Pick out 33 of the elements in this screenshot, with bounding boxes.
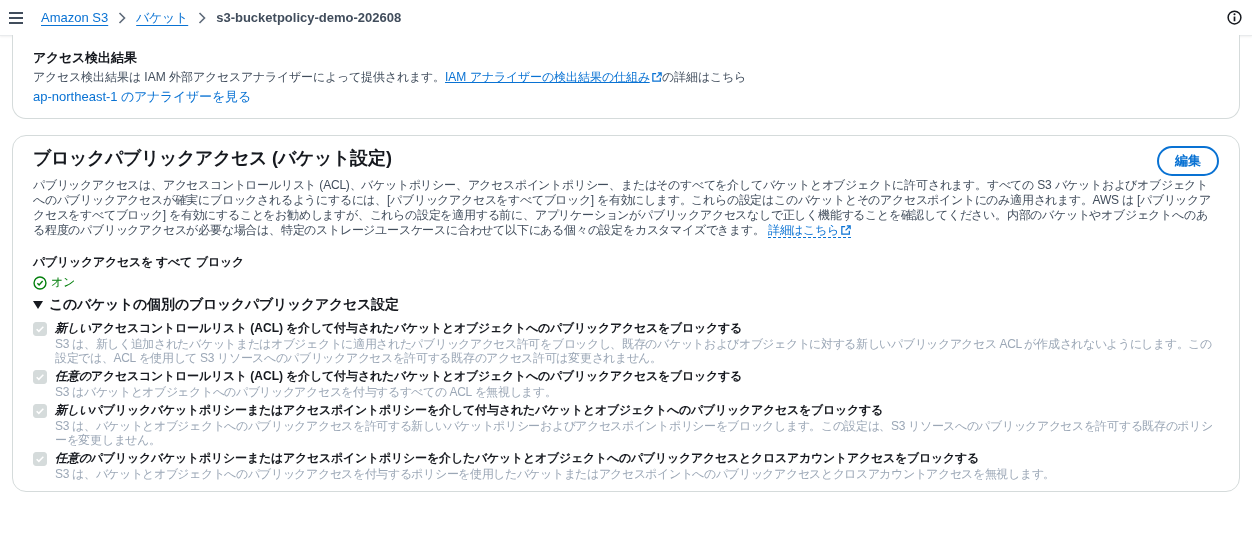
learn-more-link[interactable]: 詳細はこちら	[767, 223, 851, 238]
setting-title: 新しいアクセスコントロールリスト (ACL) を介して付与されたバケットとオブジェクトへのパブリックアクセスをブロックする	[55, 320, 744, 337]
panel-description: パブリックアクセスは、アクセスコントロールリスト (ACL)、バケットポリシー、アクセスポイントポリシー、またはそのすべてを介してバケットとオブジェクトに許可されます。すべての S3 バケットおよびオブジェクトへのパブリックアクセスが確実にブロックされるようにするには、[パブリックアクセスをすべてブロック] を有効にします。これらの設定はこのバケットとそのアクセスポイントにのみ適用されます。AWS は [パブリックアクセスをすべてブロック] を有効にすることをお勧めしますが、これらの設定を適用する前に、アプリケーションがパブリックアクセスなしで正しく機能することを確認してください。内部のバケットやオブジェクトへのある程度のパブリックアクセスが必要な場合は、特定のストレージユースケースに合わせて以下にある個々の設定をカスタマイズできます。 詳細はこちら	[33, 178, 1212, 238]
checkmark-icon	[35, 324, 45, 334]
breadcrumb-link[interactable]: Amazon S3	[41, 10, 109, 25]
section-title: アクセス検出結果	[33, 49, 138, 67]
setting-description: S3 は、バケットとオブジェクトへのパブリックアクセスを付与するポリシーを使用したバケットまたはアクセスポイントへのパブリックアクセスとクロスアカウントアクセスを無視します。	[55, 467, 1055, 481]
setting-description: S3 はバケットとオブジェクトへのパブリックアクセスを付与するすべての ACL を無視します。	[55, 385, 558, 399]
checkmark-icon	[35, 406, 45, 416]
setting-title: 任意のパブリックバケットポリシーまたはアクセスポイントポリシーを介したバケットとオブジェクトへのパブリックアクセスとクロスアカウントアクセスをブロックする	[55, 450, 980, 467]
view-analyzer-link[interactable]: ap-northeast-1 のアナライザーを見る	[33, 88, 252, 106]
edit-button[interactable]: 編集	[1157, 146, 1219, 176]
breadcrumb-current: s3-bucketpolicy-demo-202608	[216, 10, 402, 25]
checkmark-icon	[35, 454, 45, 464]
menu-icon[interactable]	[9, 11, 23, 24]
chevron-icon	[118, 11, 127, 24]
info-icon[interactable]	[1227, 10, 1242, 25]
external-link-icon	[651, 72, 662, 82]
external-link-icon	[840, 225, 851, 235]
expandable-section-toggle[interactable]: このバケットの個別のブロックパブリックアクセス設定	[33, 296, 399, 314]
setting-title: 新しいパブリックバケットポリシーまたはアクセスポイントポリシーを介して付与されたバケットとオブジェクトへのパブリックアクセスをブロックする	[55, 402, 884, 419]
setting-label: パブリックアクセスを すべて ブロック	[33, 254, 245, 271]
setting-title: 任意のアクセスコントロールリスト (ACL) を介して付与されたバケットとオブジェクトへのパブリックアクセスをブロックする	[55, 368, 743, 385]
setting-description: S3 は、新しく追加されたバケットまたはオブジェクトに適用されたパブリックアクセス許可をブロックし、既存のバケットおよびオブジェクトに対する新しいパブリックアクセス ACL が作成されないようにします。この設定では、ACL を使用して S3 リソースへのパブリックアクセスを許可する既存のアクセス許可は変更されません。	[55, 337, 1213, 365]
analyzer-docs-link[interactable]: IAM アナライザーの検出結果の仕組み	[445, 70, 662, 84]
checkmark-icon	[35, 372, 45, 382]
status-text: オン	[51, 274, 75, 291]
chevron-icon	[198, 11, 207, 24]
setting-description: S3 は、バケットとオブジェクトへのパブリックアクセスを許可する新しいバケットポリシーおよびアクセスポイントポリシーをブロックします。この設定は、S3 リソースへのパブリックアクセスを許可する既存のポリシーを変更しません。	[55, 419, 1214, 447]
findings-text: アクセス検出結果は IAM 外部アクセスアナライザーによって提供されます。IAM アナライザーの検出結果の仕組み の詳細はこちら	[33, 69, 747, 86]
breadcrumb-link[interactable]: バケット	[136, 8, 189, 27]
panel-title: ブロックパブリックアクセス (バケット設定)	[33, 147, 392, 170]
caret-down-icon	[33, 301, 43, 309]
